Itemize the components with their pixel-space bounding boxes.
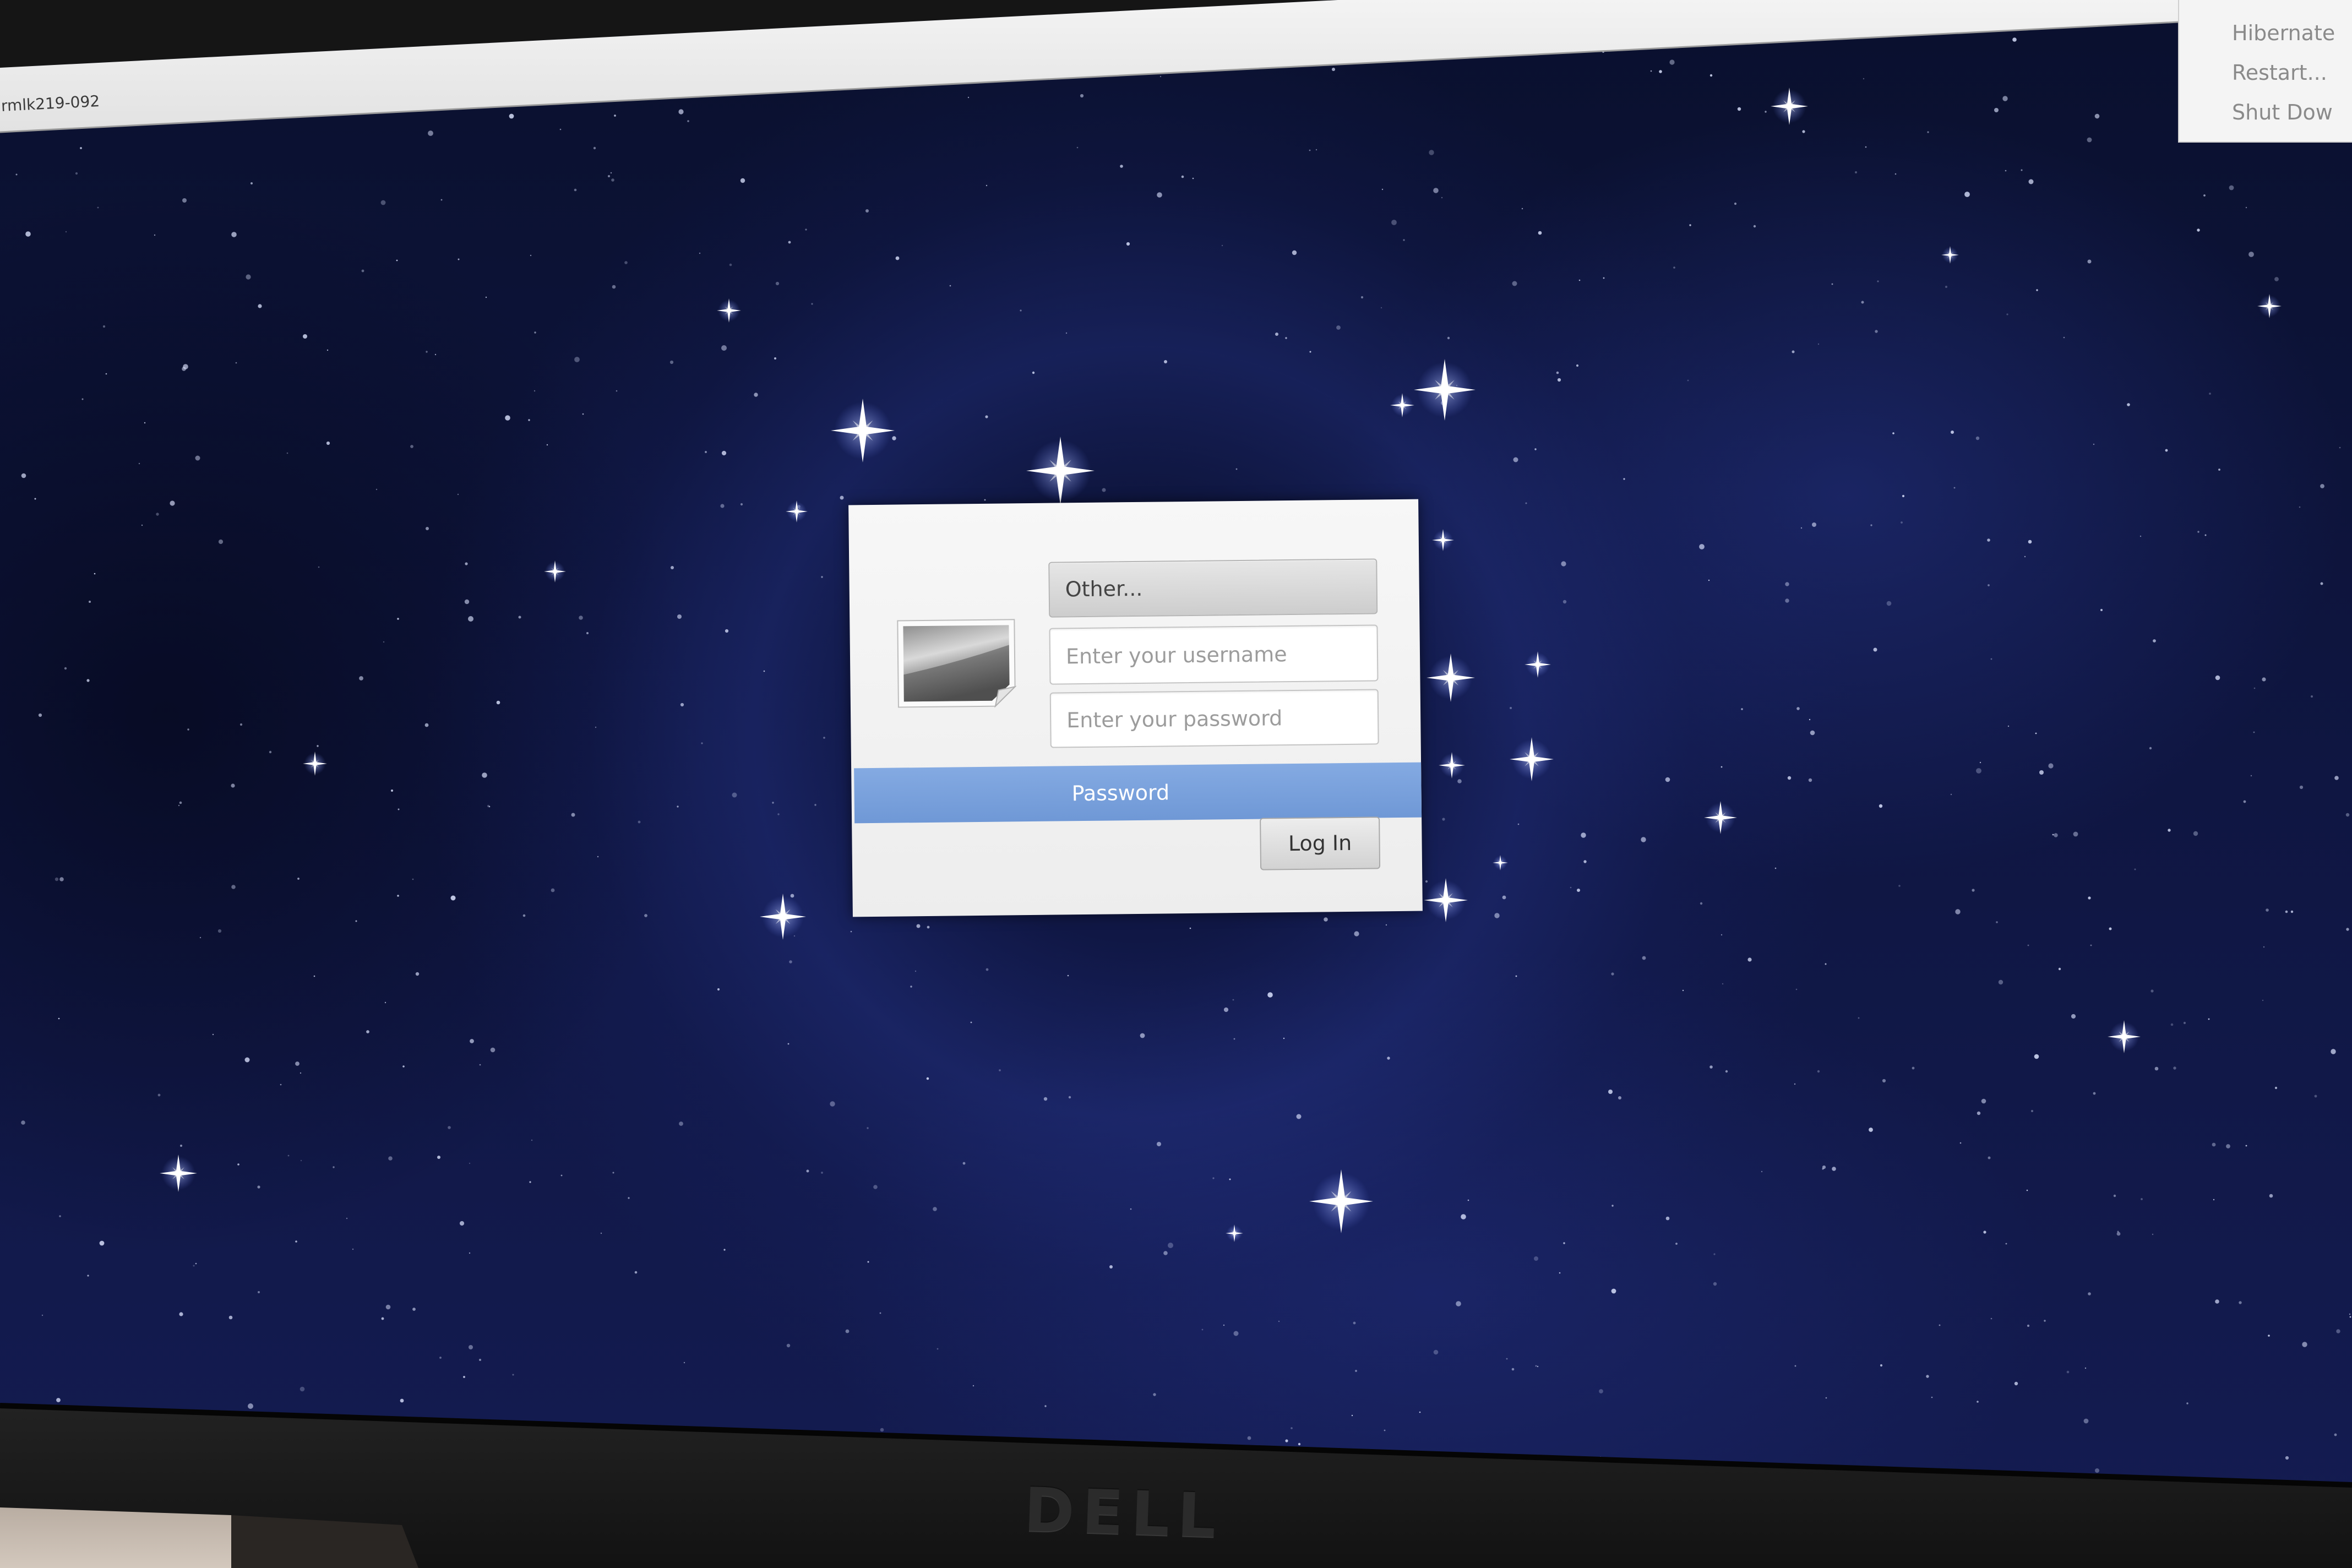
user-select-button[interactable]: Other... xyxy=(1048,558,1378,618)
password-prompt-bar: Password xyxy=(854,762,1422,824)
login-dialog: Other... Password Log In xyxy=(848,499,1423,917)
login-button[interactable]: Log In xyxy=(1260,816,1381,870)
prompt-label: Password xyxy=(1071,780,1170,806)
power-menu: Hibernate Restart... Shut Dow xyxy=(2178,0,2352,143)
menu-item-hibernate[interactable]: Hibernate xyxy=(2179,13,2352,53)
login-screen: rmlk219-092 Hibernate Restart... Shut Do… xyxy=(0,0,2352,1568)
password-input[interactable] xyxy=(1049,689,1379,748)
desk-background xyxy=(0,1507,231,1568)
user-select-label: Other... xyxy=(1065,576,1143,602)
menu-item-restart[interactable]: Restart... xyxy=(2179,53,2352,92)
dell-logo: DELL xyxy=(1022,1474,1225,1551)
user-picture-icon xyxy=(894,616,1019,710)
menu-item-shut-down[interactable]: Shut Dow xyxy=(2179,92,2352,132)
username-input[interactable] xyxy=(1049,624,1379,685)
